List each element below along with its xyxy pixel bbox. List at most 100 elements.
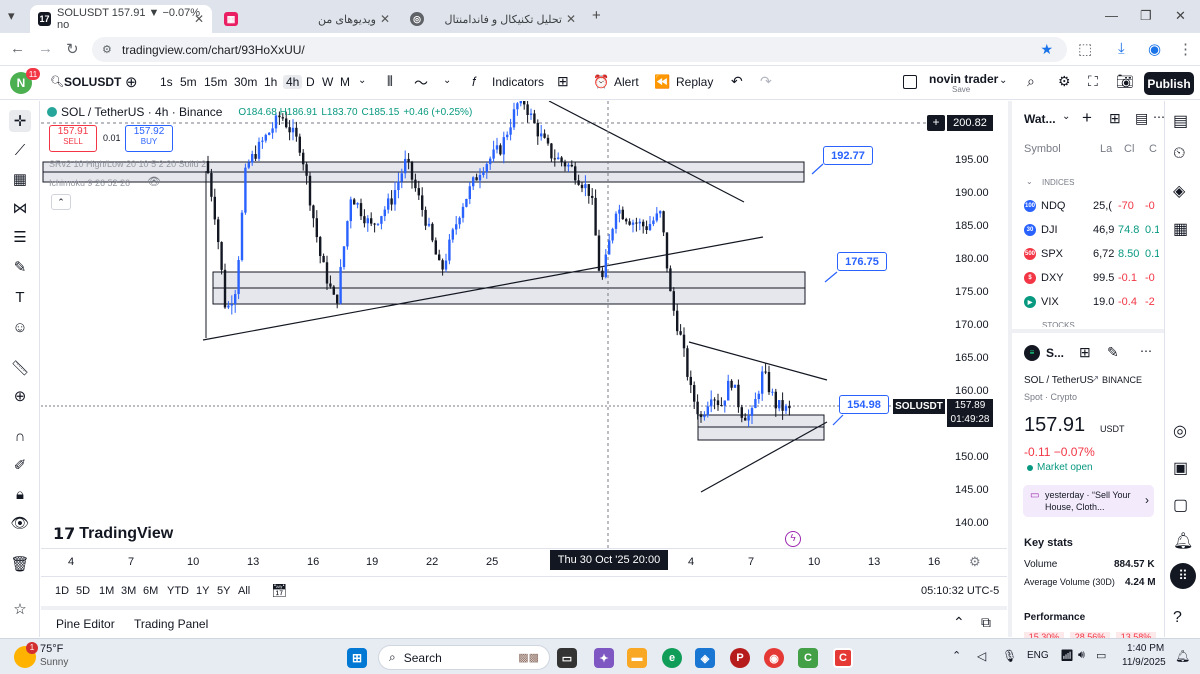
chat-icon[interactable]: ▢ [1173,495,1188,515]
sell-button[interactable]: 157.91 SELL [49,125,97,152]
col-symbol[interactable]: Symbol [1024,143,1061,155]
range-all[interactable]: All [238,585,250,597]
section-indices[interactable]: INDICES [1042,178,1074,187]
windows-start-icon[interactable]: ⊞ [347,648,367,668]
tab-videos[interactable]: ▦ ویدیوهای من ✕ [218,5,398,33]
profile-icon[interactable]: ◉ [1148,40,1161,58]
more-icon[interactable]: ⋯ [1140,344,1152,358]
external-link-icon[interactable]: ↗ [1091,374,1099,385]
location-icon[interactable]: ◁ [977,649,986,663]
range-ytd[interactable]: YTD [167,585,189,597]
language-indicator[interactable]: ENG [1027,650,1049,661]
interval-1h[interactable]: 1h [264,75,277,89]
buy-button[interactable]: 157.92 BUY [125,125,173,152]
watchlist-row[interactable]: $ DXY 99.5 -0.1 -0 [1024,267,1164,289]
level-label-176[interactable]: 176.75 [837,252,887,271]
camera-icon[interactable]: 📷︎ [1116,73,1134,90]
lightning-icon[interactable]: ϟ [785,531,801,547]
legend-title[interactable]: SOL / TetherUS · 4h · Binance [61,105,222,119]
window-close-icon[interactable]: ✕ [1175,8,1186,24]
mic-icon[interactable]: 🎙︎ [1002,649,1017,663]
favorites-star-icon[interactable]: ☆ [9,598,31,620]
candles-icon[interactable]: ⫴ [387,73,393,90]
settings-gear-icon[interactable]: ⚙ [1058,73,1071,90]
help-icon[interactable]: ? [1173,609,1182,627]
replay-icon[interactable]: ⏪ [654,74,670,90]
watchlist-row[interactable]: 500 SPX 6,72 8.50 0.1 [1024,243,1164,265]
detail-name[interactable]: SOL / TetherUS [1024,375,1093,386]
chrome-icon[interactable]: ◉ [764,648,784,668]
lock-icon[interactable]: 🔒︎ [9,483,31,505]
forecast-icon[interactable]: ☰ [9,226,31,248]
interval-5m[interactable]: 5m [180,75,197,89]
tab-search-icon[interactable]: ▾ [8,8,15,24]
minimize-icon[interactable]: — [1105,8,1118,23]
line-tool-icon[interactable]: 〜 [414,73,428,93]
range-5d[interactable]: 5D [76,585,90,597]
alerts-clock-icon[interactable]: ⏲ [1173,145,1185,163]
clock-date[interactable]: 11/9/2025 [1122,657,1166,668]
indicator-srv2[interactable]: SRv2 10 High/Low 20 10 5 2 20 Solid 2 [49,159,206,169]
watchlist-title[interactable]: Wat... [1024,112,1056,126]
level-label-192[interactable]: 192.77 [823,146,873,165]
close-icon[interactable]: ✕ [194,12,204,26]
calendar-icon[interactable]: 📅︎ [271,583,288,599]
close-icon[interactable]: ✕ [566,12,576,26]
chevron-down-icon[interactable]: ⌄ [999,75,1007,86]
eye-icon[interactable]: 👁︎ [9,512,31,534]
time-axis[interactable]: 4 7 10 13 16 19 22 25 4 7 10 13 16 [41,548,1007,574]
reload-icon[interactable]: ↻ [66,40,79,58]
news-item[interactable]: ▭ yesterday · “Sell Your House, Cloth...… [1023,485,1154,517]
wifi-icon[interactable]: 📶︎ [1060,649,1074,662]
level-label-154[interactable]: 154.98 [839,395,889,414]
range-3m[interactable]: 3M [121,585,136,597]
app-green-icon[interactable]: C [798,648,818,668]
search-icon[interactable]: 🔍︎ [50,75,64,88]
calendar-icon[interactable]: ▦ [1173,219,1188,239]
ruler-icon[interactable]: 📏︎ [9,357,31,379]
interval-1s[interactable]: 1s [160,75,173,89]
store-icon[interactable]: ◈ [695,648,715,668]
redo-icon[interactable]: ↷ [760,73,772,90]
weather-temp[interactable]: 75°F [40,643,63,655]
quick-search-icon[interactable]: ⌕ [1027,73,1035,90]
tray-chevron-icon[interactable]: ⌃ [952,649,961,662]
tab-pine-editor[interactable]: Pine Editor [56,617,115,631]
account-name[interactable]: novin trader [929,72,998,86]
layers-icon[interactable]: ◈ [1173,181,1185,201]
interval-15m[interactable]: 15m [204,75,227,89]
interval-m[interactable]: M [340,75,350,89]
download-icon[interactable]: ⤓ [1118,40,1125,57]
detail-exchange[interactable]: BINANCE [1102,375,1142,385]
chevron-up-icon[interactable]: ⌃ [953,614,965,631]
advanced-view-icon[interactable]: ⊞ [1109,110,1121,127]
chevron-down-icon[interactable]: ⌄ [1062,111,1070,122]
interval-4h[interactable]: 4h [283,75,303,89]
file-explorer-icon[interactable]: ▬ [627,648,647,668]
interval-30m[interactable]: 30m [234,75,257,89]
symbol-search[interactable]: SOLUSDT [64,75,121,89]
target-icon[interactable]: ◎ [1173,421,1187,441]
edge-icon[interactable]: e [662,648,682,668]
grid-icon[interactable]: ⊞ [1079,344,1091,361]
range-1d[interactable]: 1D [55,585,69,597]
tab-tradingview[interactable]: 17 SOLUSDT 157.91 ▼ −0.07% no ✕ [30,5,212,33]
col-change-percent[interactable]: C [1149,143,1157,155]
clock-timezone[interactable]: 05:10:32 UTC-5 [921,585,999,597]
task-view-icon[interactable]: ▭ [557,648,577,668]
range-6m[interactable]: 6M [143,585,158,597]
col-last[interactable]: La [1100,143,1112,155]
watchlist-row[interactable]: 100 NDQ 25,(-70 -0 [1024,195,1164,217]
extensions-icon[interactable]: ⬚ [1078,40,1092,58]
battery-icon[interactable]: ▭ [1096,649,1106,662]
tab-analysis[interactable]: ◎ تحلیل تکنیکال و فاندامنتال ✕ [404,5,584,33]
brush-icon[interactable]: ✎ [9,256,31,278]
magnet-icon[interactable]: ∩ [9,425,31,447]
trend-line-icon[interactable]: ⟋ [9,139,31,161]
zoom-icon[interactable]: ⊕ [9,385,31,407]
new-tab-icon[interactable]: + [592,7,601,24]
interval-w[interactable]: W [322,75,333,89]
chevron-down-icon[interactable]: ⌄ [443,75,451,86]
range-1y[interactable]: 1Y [196,585,209,597]
lock-drawing-icon[interactable]: ✐ [9,454,31,476]
